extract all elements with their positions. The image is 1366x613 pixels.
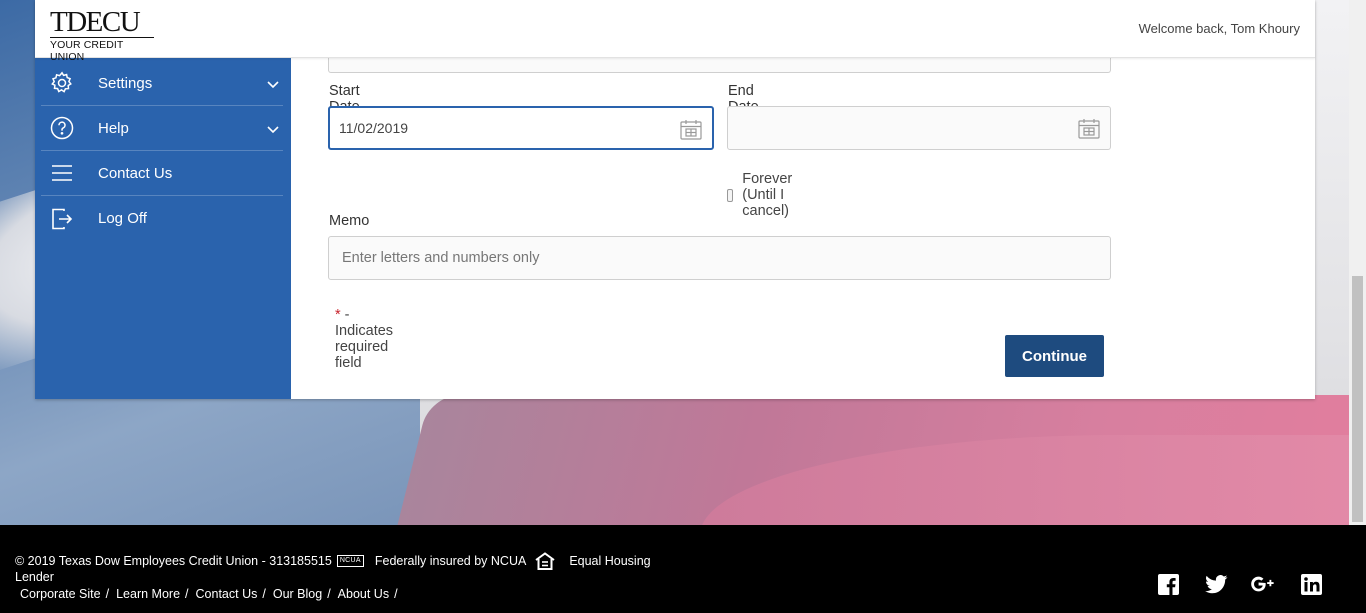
- equal-housing-text-line2: Lender: [15, 570, 54, 584]
- memo-input[interactable]: Enter letters and numbers only: [328, 236, 1111, 280]
- equal-housing-text: Equal Housing: [569, 554, 651, 568]
- sidebar-item-log-off[interactable]: Log Off: [41, 196, 283, 241]
- footer-links: Corporate Site / Learn More / Contact Us / …: [20, 587, 398, 601]
- twitter-icon[interactable]: [1204, 573, 1228, 595]
- logo-brand: TDECU: [50, 6, 141, 38]
- header: TDECU YOUR CREDIT UNION Welcome back, To…: [35, 0, 1315, 63]
- footer-link-contact-us[interactable]: Contact Us: [196, 587, 258, 601]
- calendar-icon[interactable]: [680, 119, 702, 143]
- sidebar-item-label: Log Off: [98, 210, 147, 227]
- sidebar-item-label: Help: [98, 119, 129, 137]
- memo-placeholder: Enter letters and numbers only: [342, 250, 540, 266]
- chevron-down-icon: [267, 121, 279, 138]
- sidebar-item-label: Settings: [98, 74, 153, 92]
- question-circle-icon: [49, 115, 75, 141]
- menu-lines-icon: [49, 160, 75, 186]
- footer-link-corporate-site[interactable]: Corporate Site: [20, 587, 101, 601]
- memo-label: Memo: [329, 213, 370, 229]
- sidebar: Settings Help Contact Us Log Off: [35, 58, 291, 399]
- facebook-icon[interactable]: [1156, 573, 1180, 595]
- calendar-icon[interactable]: [1078, 118, 1100, 142]
- google-plus-icon[interactable]: [1251, 573, 1275, 595]
- footer-legal: © 2019 Texas Dow Employees Credit Union …: [15, 552, 651, 570]
- main-card: TDECU YOUR CREDIT UNION Welcome back, To…: [35, 0, 1315, 399]
- ncua-logo: NCUA: [336, 555, 364, 567]
- logo-tagline: YOUR CREDIT UNION: [50, 37, 154, 63]
- linkedin-icon[interactable]: [1299, 573, 1323, 595]
- insured-text: Federally insured by NCUA: [374, 554, 527, 568]
- sidebar-item-help[interactable]: Help: [41, 106, 283, 151]
- log-off-icon: [49, 206, 75, 232]
- footer: © 2019 Texas Dow Employees Credit Union …: [0, 525, 1366, 613]
- sidebar-item-label: Contact Us: [98, 164, 173, 182]
- start-date-input[interactable]: 11/02/2019: [328, 106, 714, 150]
- start-date-value: 11/02/2019: [339, 120, 409, 136]
- equal-housing-icon: [534, 552, 556, 570]
- copyright-text: © 2019 Texas Dow Employees Credit Union …: [15, 554, 332, 568]
- scrollbar-thumb[interactable]: [1352, 276, 1363, 522]
- footer-link-learn-more[interactable]: Learn More: [116, 587, 180, 601]
- footer-link-our-blog[interactable]: Our Blog: [273, 587, 322, 601]
- gear-icon: [49, 70, 75, 96]
- footer-link-about-us[interactable]: About Us: [338, 587, 389, 601]
- continue-button[interactable]: Continue: [1005, 335, 1104, 377]
- end-date-input[interactable]: [727, 106, 1111, 150]
- sidebar-item-contact-us[interactable]: Contact Us: [41, 151, 283, 196]
- required-field-note: * - Indicates required field: [335, 307, 394, 371]
- page-scrollbar[interactable]: [1349, 0, 1366, 525]
- chevron-down-icon: [267, 76, 279, 93]
- sidebar-item-settings[interactable]: Settings: [41, 61, 283, 106]
- forever-checkbox[interactable]: [727, 188, 734, 202]
- welcome-message: Welcome back, Tom Khoury: [1138, 21, 1300, 36]
- forever-label: Forever (Until I cancel): [742, 171, 793, 219]
- forever-option[interactable]: Forever (Until I cancel): [727, 171, 799, 219]
- tdecu-logo[interactable]: TDECU YOUR CREDIT UNION: [50, 8, 156, 63]
